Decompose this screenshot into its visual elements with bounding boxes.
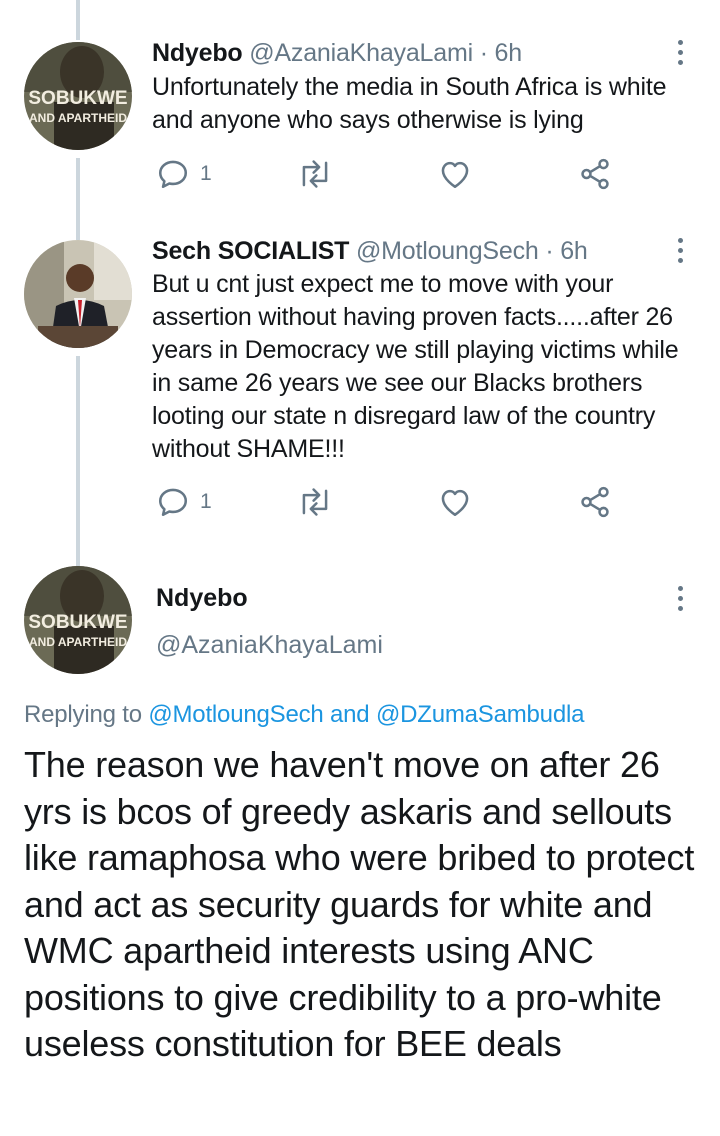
handle[interactable]: @AzaniaKhayaLami <box>156 631 383 660</box>
like-icon <box>441 161 469 189</box>
reply-count: 1 <box>200 490 212 513</box>
display-name[interactable]: Ndyebo <box>152 39 243 67</box>
more-icon[interactable] <box>670 32 690 72</box>
share-button[interactable] <box>578 485 612 519</box>
reply-icon <box>158 160 188 189</box>
like-icon <box>441 489 469 517</box>
reply-count: 1 <box>200 162 212 185</box>
avatar-image: SOBUKWE AND APARTHEID <box>24 566 132 674</box>
avatar-text-1: SOBUKWE <box>28 88 127 109</box>
reply-button[interactable]: 1 <box>156 157 212 191</box>
more-icon[interactable] <box>670 230 690 270</box>
main-tweet-text: The reason we haven't move on after 26 y… <box>24 744 695 1064</box>
replying-and[interactable]: and <box>330 701 370 728</box>
avatar-text-1: SOBUKWE <box>28 612 127 633</box>
retweet-button[interactable] <box>297 485 333 519</box>
thread-line-1 <box>76 158 80 240</box>
share-icon <box>581 158 609 190</box>
reply-icon <box>158 488 188 517</box>
handle[interactable]: @AzaniaKhayaLami <box>249 39 473 67</box>
avatar[interactable]: SOBUKWE AND APARTHEID <box>24 566 132 674</box>
display-name[interactable]: Ndyebo <box>156 584 248 613</box>
tweet-text: But u cnt just expect me to move with yo… <box>152 270 679 463</box>
tweet-header: Ndyebo @AzaniaKhayaLami · 6h <box>152 39 522 68</box>
like-button[interactable] <box>438 157 472 191</box>
share-icon <box>581 486 609 518</box>
mention-link-2[interactable]: @DZumaSambudla <box>376 701 585 728</box>
timestamp[interactable]: · 6h <box>480 39 522 67</box>
handle[interactable]: @MotloungSech <box>356 237 539 265</box>
avatar-text-2: AND APARTHEID <box>29 111 127 125</box>
replying-prefix: Replying to <box>24 701 142 728</box>
tweet-text: Unfortunately the media in South Africa … <box>152 73 667 134</box>
retweet-icon <box>302 488 328 516</box>
retweet-button[interactable] <box>297 157 333 191</box>
more-icon[interactable] <box>670 578 690 618</box>
display-name[interactable]: Sech SOCIALIST <box>152 237 349 265</box>
reply-button[interactable]: 1 <box>156 485 212 519</box>
retweet-icon <box>302 160 328 188</box>
thread-line-2 <box>76 356 80 566</box>
tweet-header: Sech SOCIALIST @MotloungSech · 6h <box>152 237 588 266</box>
mention-link-1[interactable]: @MotloungSech <box>148 701 323 728</box>
share-button[interactable] <box>578 157 612 191</box>
like-button[interactable] <box>438 485 472 519</box>
timestamp[interactable]: · 6h <box>545 237 587 265</box>
thread-line-top <box>76 0 80 40</box>
avatar[interactable] <box>24 240 132 348</box>
avatar-image: SOBUKWE AND APARTHEID <box>24 42 132 150</box>
replying-to: Replying to @MotloungSech and @DZumaSamb… <box>24 701 584 729</box>
avatar-text-2: AND APARTHEID <box>29 635 127 649</box>
avatar-image <box>24 240 132 348</box>
avatar[interactable]: SOBUKWE AND APARTHEID <box>24 42 132 150</box>
